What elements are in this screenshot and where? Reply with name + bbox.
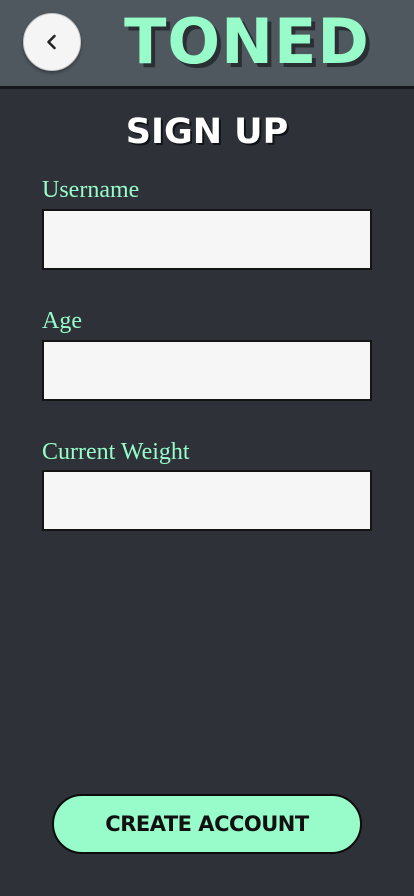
create-account-button[interactable]: CREATE ACCOUNT: [52, 794, 362, 854]
current-weight-label: Current Weight: [42, 439, 190, 465]
page-title: SIGN UP: [125, 112, 289, 152]
username-input[interactable]: [42, 209, 372, 270]
app-header: TONED: [0, 0, 414, 89]
username-label: Username: [42, 177, 140, 203]
age-label: Age: [42, 308, 82, 334]
back-button[interactable]: [23, 13, 81, 71]
current-weight-input[interactable]: [42, 470, 372, 531]
age-input[interactable]: [42, 340, 372, 401]
app-logo-title: TONED: [124, 5, 370, 78]
chevron-left-icon: [47, 34, 56, 50]
